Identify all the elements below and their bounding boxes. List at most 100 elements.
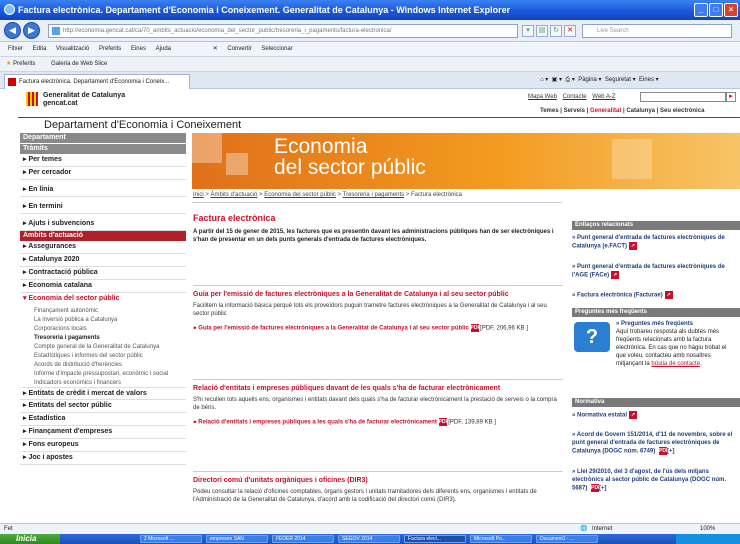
sidebar-heading-department[interactable]: Departament [20,133,186,143]
department-title[interactable]: Departament d'Economia i Coneixement [44,119,241,131]
taskbar-item[interactable]: empresen SAN [206,535,268,543]
taskbar-item[interactable]: Microsoft Po... [470,535,532,543]
faq-link-title[interactable]: » Preguntes més freqüents [616,320,738,328]
breadcrumb-areas[interactable]: Àmbits d'actuació [211,192,258,198]
gencat-brand[interactable]: Generalitat de Catalunya gencat.cat [43,92,125,108]
page-menu[interactable]: Pàgina [578,77,597,83]
dropdown-icon[interactable]: ▾ [522,25,534,37]
sidebar-item-statistics[interactable]: ▸ Estadística [20,413,186,426]
favorites-button[interactable]: Preferits [13,61,35,67]
sidebar-sub-impact-report[interactable]: Informe d'impacte pressupostari, econòmi… [20,369,186,378]
related-link-facturae[interactable]: » Factura electrònica (Facturae) ↗ [572,291,740,300]
convert-button[interactable]: Convertir [227,42,251,57]
refresh-icon[interactable]: ↻ [550,25,562,37]
security-menu[interactable]: Seguretat [605,77,631,83]
sidebar-item-credit[interactable]: ▸ Entitats de crèdit i mercat de valors [20,387,186,400]
web-az-link[interactable]: Web A-Z [592,94,615,100]
regulation-link-state[interactable]: » Normativa estatal ↗ [572,410,740,420]
sidebar-item-search[interactable]: ▸ Per cercador [20,167,186,180]
sidebar-sub-statistics[interactable]: Estadístiques i informes del sector públ… [20,351,186,360]
gencat-logo[interactable] [26,92,38,106]
sidebar-item-in-term[interactable]: ▸ En termini [20,201,186,214]
browser-tab[interactable]: Factura electrònica. Departament d'Econo… [4,74,190,89]
address-field[interactable]: http://economia.gencat.cat/ca/70_ambits_… [48,24,518,38]
related-link-face[interactable]: » Punt general d'entrada de factures ele… [572,263,740,280]
menu-file[interactable]: Fitxer [8,42,23,57]
contact-link[interactable]: Contacte [563,94,587,100]
sidebar-item-public-procurement[interactable]: ▸ Contractació pública [20,267,186,280]
minimize-button[interactable]: _ [694,3,708,17]
stop-icon[interactable]: ✕ [564,25,576,37]
print-icon[interactable]: ⎙ ▾ [565,77,574,83]
sidebar-item-public-entities[interactable]: ▸ Entitats del sector públic [20,400,186,413]
breadcrumb-public-sector[interactable]: Economia del sector públic [264,192,336,198]
related-link-efact[interactable]: » Punt general d'entrada de factures ele… [572,234,740,251]
regulation-link-llei[interactable]: » Llei 29/2010, del 3 d'agost, de l'ús d… [572,468,740,493]
close-toolbar-icon[interactable]: ✕ [213,42,218,57]
sidebar-item-gaming[interactable]: ▸ Joc i apostes [20,452,186,465]
search-input[interactable]: Live Search [582,24,732,38]
taskbar-item-active[interactable]: Factura elect... [404,535,466,543]
taskbar-item[interactable]: Document1 - ... [536,535,598,543]
start-button[interactable]: Inicia [0,534,60,544]
guide-pdf-link[interactable]: ● Guia per l'emissió de factures electrò… [193,324,563,333]
contact-mailbox-link[interactable]: bústia de contacte [651,361,700,367]
sidebar-sub-investment[interactable]: La inversió pública a Catalunya [20,315,186,324]
taskbar-item[interactable]: FEDER 2014 [272,535,334,543]
taskbar-item[interactable]: 2 Microsoft ... [140,535,202,543]
sidebar-sub-indicators[interactable]: Indicadors econòmics i financers [20,378,186,387]
sidebar-item-eu-funds[interactable]: ▸ Fons europeus [20,439,186,452]
select-button[interactable]: Seleccionar [261,42,292,57]
sidebar-sub-local-corps[interactable]: Corporacions locals [20,324,186,333]
faq-box: ? » Preguntes més freqüents Aquí trobare… [572,320,740,376]
section-text: S'hi recullen tots aquells ens, organism… [193,397,557,411]
site-map-link[interactable]: Mapa Web [528,94,557,100]
sidebar-item-business-finance[interactable]: ▸ Finançament d'empreses [20,426,186,439]
question-icon[interactable]: ? [574,321,610,352]
menu-view[interactable]: Visualització [56,42,89,57]
regulation-link-acord[interactable]: » Acord de Govern 151/2014, d'11 de nove… [572,431,740,456]
maximize-button[interactable]: □ [709,3,723,17]
sidebar-item-catalan-economy[interactable]: ▸ Economia catalana [20,280,186,293]
home-icon[interactable]: ⌂ ▾ [540,77,548,83]
sidebar-heading-procedures[interactable]: Tràmits [20,144,186,154]
portal-services[interactable]: Serveis [564,108,585,114]
sidebar-sub-financing[interactable]: Finançament autonòmic [20,306,186,315]
sidebar-item-topics[interactable]: ▸ Per temes [20,154,186,167]
sidebar-sub-treasury[interactable]: Tresoreria i pagaments [20,333,186,342]
taskbar-item[interactable]: SEGOV 2014 [338,535,400,543]
menu-favorites[interactable]: Preferits [99,42,121,57]
sidebar-sub-inheritances[interactable]: Acords de distribució d'herències [20,360,186,369]
compat-view-icon[interactable]: ▤ [536,25,548,37]
section-divider [193,379,563,380]
site-search-button[interactable]: ▸ [726,92,736,102]
breadcrumb-home[interactable]: Inici [193,192,204,198]
sidebar-item-public-sector-economy[interactable]: ▾ Economia del sector públic [20,293,186,306]
close-window-button[interactable]: × [724,3,738,17]
back-button[interactable]: ◀ [4,22,21,39]
zoom-level[interactable]: 100% [700,524,715,534]
breadcrumb-treasury[interactable]: Tresoreria i pagaments [343,192,404,198]
sidebar-item-insurance[interactable]: ▸ Assegurances [20,241,186,254]
forward-button[interactable]: ▶ [23,22,40,39]
sidebar-item-catalunya-2020[interactable]: ▸ Catalunya 2020 [20,254,186,267]
sidebar-heading-areas[interactable]: Àmbits d'actuació [20,231,186,241]
brand-line1: Generalitat de Catalunya [43,92,126,99]
sidebar-sub-general-account[interactable]: Compte general de la Generalitat de Cata… [20,342,186,351]
entities-pdf-link[interactable]: ● Relació d'entitats i empreses públique… [193,418,563,427]
system-tray[interactable] [676,534,740,544]
menu-edit[interactable]: Edita [33,42,47,57]
menu-tools[interactable]: Eines [131,42,146,57]
portal-topics[interactable]: Temes [540,108,559,114]
external-link-icon: ↗ [629,410,638,419]
sidebar-item-online[interactable]: ▸ En línia [20,184,186,197]
tools-menu[interactable]: Eines [639,77,654,83]
portal-catalunya[interactable]: Catalunya [626,108,655,114]
portal-eseu[interactable]: Seu electrònica [660,108,704,114]
site-search-input[interactable] [640,92,726,102]
sidebar-item-grants[interactable]: ▸ Ajuts i subvencions [20,218,186,231]
feeds-icon[interactable]: ▣ ▾ [552,77,562,83]
portal-generalitat[interactable]: Generalitat [590,108,621,114]
menu-help[interactable]: Ajuda [156,42,171,57]
web-slice-gallery-link[interactable]: Galeria de Web Slice [51,61,107,67]
